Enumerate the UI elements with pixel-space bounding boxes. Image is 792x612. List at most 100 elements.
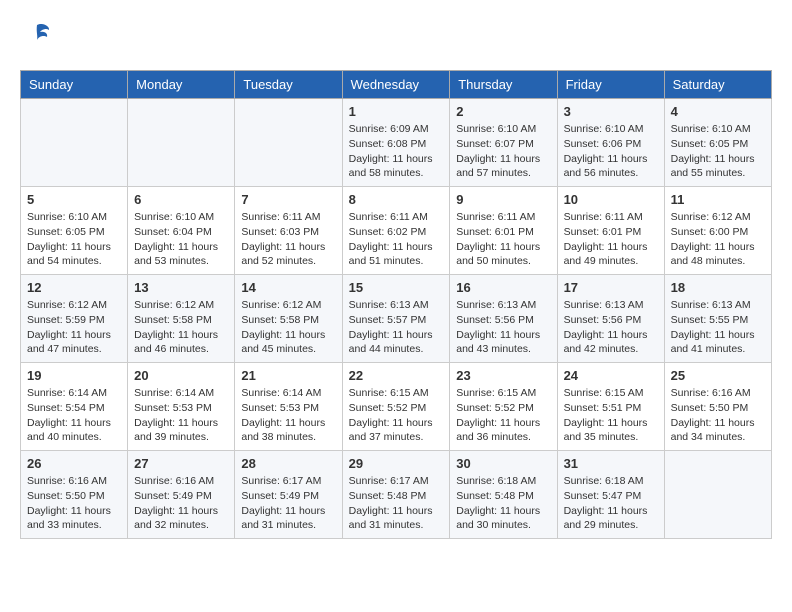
calendar-week-row: 5 Sunrise: 6:10 AM Sunset: 6:05 PM Daylig… [21, 187, 772, 275]
day-of-week-header: Saturday [664, 71, 771, 99]
day-of-week-header: Sunday [21, 71, 128, 99]
calendar-cell [21, 99, 128, 187]
day-number: 22 [349, 368, 444, 383]
calendar-cell: 9 Sunrise: 6:11 AM Sunset: 6:01 PM Daylig… [450, 187, 557, 275]
calendar-cell: 1Sunrise: 6:09 AM Sunset: 6:08 PM Daylig… [342, 99, 450, 187]
day-info: Sunrise: 6:11 AM Sunset: 6:01 PM Dayligh… [456, 210, 550, 269]
calendar-cell: 25 Sunrise: 6:16 AM Sunset: 5:50 PM Dayli… [664, 363, 771, 451]
day-info: Sunrise: 6:14 AM Sunset: 5:53 PM Dayligh… [134, 386, 228, 445]
day-of-week-header: Thursday [450, 71, 557, 99]
logo-bird-icon [22, 20, 52, 50]
calendar-cell: 21 Sunrise: 6:14 AM Sunset: 5:53 PM Dayli… [235, 363, 342, 451]
day-number: 16 [456, 280, 550, 295]
day-number: 26 [27, 456, 121, 471]
calendar-cell: 23Sunrise: 6:15 AM Sunset: 5:52 PM Dayli… [450, 363, 557, 451]
page-header [20, 20, 772, 55]
day-number: 15 [349, 280, 444, 295]
day-number: 30 [456, 456, 550, 471]
day-info: Sunrise: 6:16 AM Sunset: 5:50 PM Dayligh… [671, 386, 765, 445]
day-number: 4 [671, 104, 765, 119]
calendar-cell: 8 Sunrise: 6:11 AM Sunset: 6:02 PM Daylig… [342, 187, 450, 275]
day-number: 7 [241, 192, 335, 207]
calendar-cell: 27 Sunrise: 6:16 AM Sunset: 5:49 PM Dayli… [128, 451, 235, 539]
day-number: 5 [27, 192, 121, 207]
day-info: Sunrise: 6:11 AM Sunset: 6:03 PM Dayligh… [241, 210, 335, 269]
day-info: Sunrise: 6:09 AM Sunset: 6:08 PM Dayligh… [349, 122, 444, 181]
day-number: 21 [241, 368, 335, 383]
day-number: 13 [134, 280, 228, 295]
day-of-week-header: Monday [128, 71, 235, 99]
logo [20, 20, 52, 55]
day-number: 27 [134, 456, 228, 471]
day-info: Sunrise: 6:10 AM Sunset: 6:06 PM Dayligh… [564, 122, 658, 181]
day-number: 10 [564, 192, 658, 207]
day-number: 14 [241, 280, 335, 295]
calendar-table: SundayMondayTuesdayWednesdayThursdayFrid… [20, 70, 772, 539]
calendar-cell: 12 Sunrise: 6:12 AM Sunset: 5:59 PM Dayli… [21, 275, 128, 363]
days-header-row: SundayMondayTuesdayWednesdayThursdayFrid… [21, 71, 772, 99]
day-info: Sunrise: 6:18 AM Sunset: 5:47 PM Dayligh… [564, 474, 658, 533]
calendar-week-row: 1Sunrise: 6:09 AM Sunset: 6:08 PM Daylig… [21, 99, 772, 187]
calendar-cell: 5 Sunrise: 6:10 AM Sunset: 6:05 PM Daylig… [21, 187, 128, 275]
day-info: Sunrise: 6:13 AM Sunset: 5:56 PM Dayligh… [456, 298, 550, 357]
calendar-cell: 13 Sunrise: 6:12 AM Sunset: 5:58 PM Dayli… [128, 275, 235, 363]
day-number: 11 [671, 192, 765, 207]
day-number: 20 [134, 368, 228, 383]
day-number: 6 [134, 192, 228, 207]
day-of-week-header: Wednesday [342, 71, 450, 99]
day-number: 12 [27, 280, 121, 295]
day-info: Sunrise: 6:10 AM Sunset: 6:07 PM Dayligh… [456, 122, 550, 181]
day-number: 28 [241, 456, 335, 471]
calendar-cell: 15 Sunrise: 6:13 AM Sunset: 5:57 PM Dayli… [342, 275, 450, 363]
day-info: Sunrise: 6:18 AM Sunset: 5:48 PM Dayligh… [456, 474, 550, 533]
day-number: 31 [564, 456, 658, 471]
calendar-cell: 19 Sunrise: 6:14 AM Sunset: 5:54 PM Dayli… [21, 363, 128, 451]
calendar-cell: 14 Sunrise: 6:12 AM Sunset: 5:58 PM Dayli… [235, 275, 342, 363]
day-info: Sunrise: 6:17 AM Sunset: 5:49 PM Dayligh… [241, 474, 335, 533]
day-of-week-header: Tuesday [235, 71, 342, 99]
calendar-cell: 20 Sunrise: 6:14 AM Sunset: 5:53 PM Dayli… [128, 363, 235, 451]
day-info: Sunrise: 6:13 AM Sunset: 5:56 PM Dayligh… [564, 298, 658, 357]
day-info: Sunrise: 6:10 AM Sunset: 6:05 PM Dayligh… [27, 210, 121, 269]
calendar-cell: 11 Sunrise: 6:12 AM Sunset: 6:00 PM Dayli… [664, 187, 771, 275]
calendar-cell: 30 Sunrise: 6:18 AM Sunset: 5:48 PM Dayli… [450, 451, 557, 539]
calendar-cell: 10 Sunrise: 6:11 AM Sunset: 6:01 PM Dayli… [557, 187, 664, 275]
calendar-cell [664, 451, 771, 539]
calendar-cell: 28 Sunrise: 6:17 AM Sunset: 5:49 PM Dayli… [235, 451, 342, 539]
calendar-cell: 4 Sunrise: 6:10 AM Sunset: 6:05 PM Daylig… [664, 99, 771, 187]
day-info: Sunrise: 6:16 AM Sunset: 5:49 PM Dayligh… [134, 474, 228, 533]
calendar-cell: 18Sunrise: 6:13 AM Sunset: 5:55 PM Dayli… [664, 275, 771, 363]
day-info: Sunrise: 6:14 AM Sunset: 5:54 PM Dayligh… [27, 386, 121, 445]
day-number: 9 [456, 192, 550, 207]
day-number: 3 [564, 104, 658, 119]
day-number: 19 [27, 368, 121, 383]
day-info: Sunrise: 6:17 AM Sunset: 5:48 PM Dayligh… [349, 474, 444, 533]
day-info: Sunrise: 6:12 AM Sunset: 6:00 PM Dayligh… [671, 210, 765, 269]
calendar-cell: 26Sunrise: 6:16 AM Sunset: 5:50 PM Dayli… [21, 451, 128, 539]
calendar-cell: 16 Sunrise: 6:13 AM Sunset: 5:56 PM Dayli… [450, 275, 557, 363]
calendar-cell: 24 Sunrise: 6:15 AM Sunset: 5:51 PM Dayli… [557, 363, 664, 451]
day-number: 24 [564, 368, 658, 383]
calendar-cell: 6Sunrise: 6:10 AM Sunset: 6:04 PM Daylig… [128, 187, 235, 275]
day-info: Sunrise: 6:13 AM Sunset: 5:55 PM Dayligh… [671, 298, 765, 357]
calendar-cell: 17Sunrise: 6:13 AM Sunset: 5:56 PM Dayli… [557, 275, 664, 363]
day-info: Sunrise: 6:12 AM Sunset: 5:59 PM Dayligh… [27, 298, 121, 357]
day-info: Sunrise: 6:13 AM Sunset: 5:57 PM Dayligh… [349, 298, 444, 357]
day-info: Sunrise: 6:11 AM Sunset: 6:01 PM Dayligh… [564, 210, 658, 269]
day-number: 23 [456, 368, 550, 383]
calendar-cell [128, 99, 235, 187]
day-info: Sunrise: 6:10 AM Sunset: 6:05 PM Dayligh… [671, 122, 765, 181]
calendar-cell: 7 Sunrise: 6:11 AM Sunset: 6:03 PM Daylig… [235, 187, 342, 275]
day-info: Sunrise: 6:14 AM Sunset: 5:53 PM Dayligh… [241, 386, 335, 445]
day-info: Sunrise: 6:15 AM Sunset: 5:51 PM Dayligh… [564, 386, 658, 445]
day-info: Sunrise: 6:11 AM Sunset: 6:02 PM Dayligh… [349, 210, 444, 269]
calendar-cell: 22 Sunrise: 6:15 AM Sunset: 5:52 PM Dayli… [342, 363, 450, 451]
day-info: Sunrise: 6:12 AM Sunset: 5:58 PM Dayligh… [241, 298, 335, 357]
calendar-week-row: 19 Sunrise: 6:14 AM Sunset: 5:54 PM Dayli… [21, 363, 772, 451]
day-number: 8 [349, 192, 444, 207]
day-info: Sunrise: 6:15 AM Sunset: 5:52 PM Dayligh… [349, 386, 444, 445]
day-number: 25 [671, 368, 765, 383]
day-info: Sunrise: 6:12 AM Sunset: 5:58 PM Dayligh… [134, 298, 228, 357]
calendar-cell: 3 Sunrise: 6:10 AM Sunset: 6:06 PM Daylig… [557, 99, 664, 187]
calendar-cell: 29Sunrise: 6:17 AM Sunset: 5:48 PM Dayli… [342, 451, 450, 539]
